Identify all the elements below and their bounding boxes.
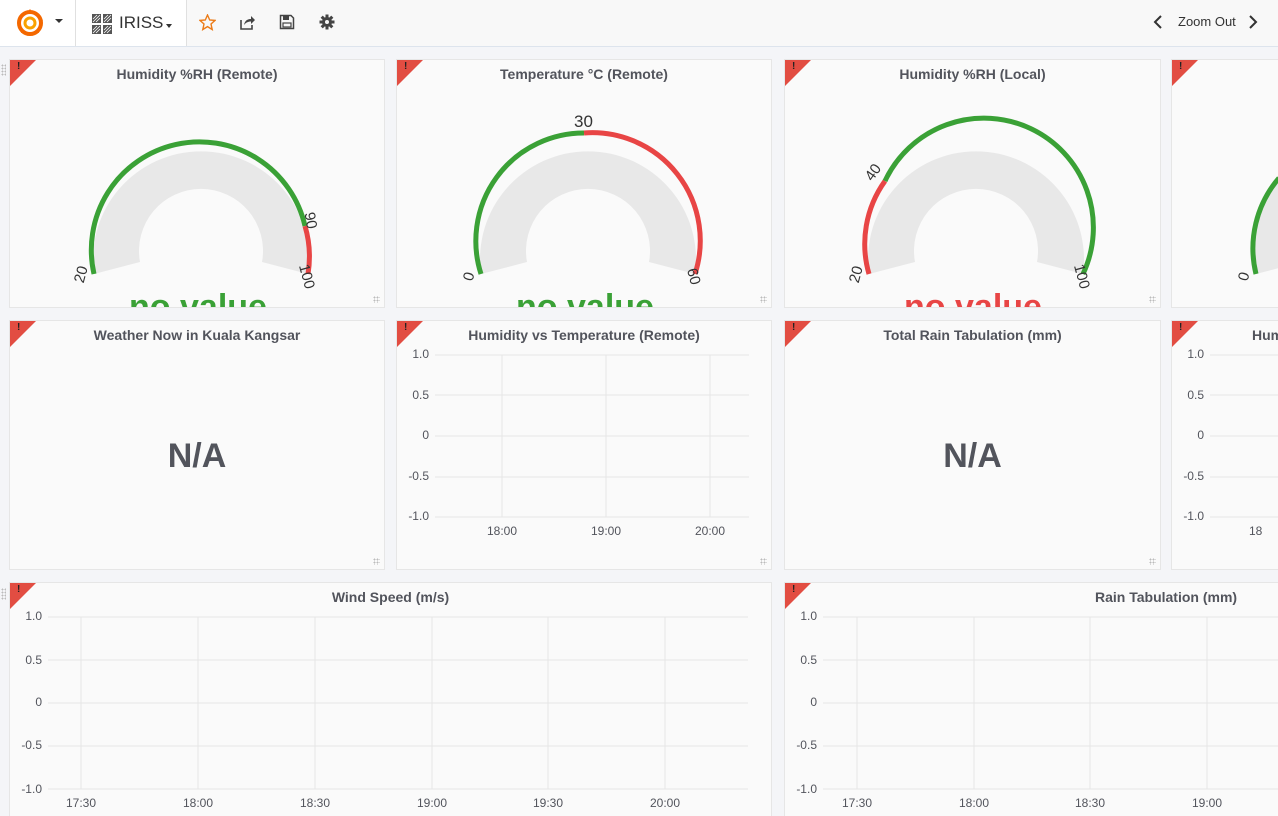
- y-axis-label: -0.5: [21, 738, 42, 752]
- panel-wind-speed[interactable]: ! Wind Speed (m/s) 1.0 0.5 0 -0.5 -1.0 1…: [9, 582, 772, 816]
- graph-area: [48, 616, 748, 790]
- dashboard-grid-icon: [92, 14, 112, 34]
- chevron-down-icon: [166, 24, 172, 28]
- gauge-threshold-tick: 30: [574, 112, 593, 131]
- panel-title[interactable]: Total Rain Tabulation (mm): [785, 327, 1160, 343]
- panel-weather-now[interactable]: ! Weather Now in Kuala Kangsar N/A: [9, 320, 385, 570]
- top-navbar: IRISS Zoom Out: [0, 0, 1278, 47]
- x-axis-label: 18:00: [486, 524, 518, 538]
- x-axis-label: 19:00: [1191, 796, 1223, 810]
- panel-resize-handle[interactable]: [1149, 558, 1156, 565]
- y-axis-label: 0.5: [25, 653, 42, 667]
- gauge-value: no value: [129, 288, 267, 308]
- y-axis-label: 0.5: [800, 653, 817, 667]
- graph-area: [823, 616, 1278, 790]
- y-axis-label: -0.5: [408, 469, 429, 483]
- panel-partial-graph[interactable]: ! Hum 1.0 0.5 0 -0.5 -1.0 18: [1171, 320, 1278, 570]
- x-axis-label: 18:00: [958, 796, 990, 810]
- x-axis-label: 18:30: [299, 796, 331, 810]
- panel-resize-handle[interactable]: [373, 296, 380, 303]
- x-axis-label: 20:00: [694, 524, 726, 538]
- grafana-logo-icon: [17, 9, 43, 36]
- singlestat-value: N/A: [167, 437, 227, 475]
- panel-resize-handle[interactable]: [373, 558, 380, 565]
- panel-total-rain[interactable]: ! Total Rain Tabulation (mm) N/A: [784, 320, 1161, 570]
- x-axis-label: 19:00: [416, 796, 448, 810]
- y-axis-label: -1.0: [1183, 509, 1204, 523]
- chevron-down-icon: [55, 19, 63, 23]
- x-axis-label: 18: [1249, 524, 1263, 538]
- y-axis-label: 0: [35, 695, 42, 709]
- x-axis-label: 19:00: [590, 524, 622, 538]
- gauge-humidity-remote: [88, 139, 312, 275]
- y-axis-label: -1.0: [796, 782, 817, 796]
- chevron-left-icon[interactable]: [1153, 15, 1163, 29]
- gauge-temperature-remote: [473, 130, 703, 275]
- panel-partial-gauge[interactable]: ! 0: [1171, 59, 1278, 308]
- gauge-humidity-local: [862, 115, 1096, 276]
- x-axis-label: 20:00: [649, 796, 681, 810]
- y-axis-label: 0.5: [412, 388, 429, 402]
- panel-humidity-vs-temperature[interactable]: ! Humidity vs Temperature (Remote) 1.0 0…: [396, 320, 772, 570]
- share-icon[interactable]: [239, 14, 256, 31]
- x-axis-label: 18:00: [182, 796, 214, 810]
- panel-resize-handle[interactable]: [1149, 296, 1156, 303]
- settings-gear-icon[interactable]: [319, 14, 335, 30]
- row-drag-handle[interactable]: [1, 64, 6, 76]
- x-axis-label: 17:30: [65, 796, 97, 810]
- y-axis-label: -0.5: [1183, 469, 1204, 483]
- gauge-value: no value: [516, 288, 654, 308]
- panel-humidity-remote[interactable]: ! Humidity %RH (Remote) no value 20 90 1…: [9, 59, 385, 308]
- panel-temperature-remote[interactable]: ! Temperature °C (Remote) no value 0 30 …: [396, 59, 772, 308]
- gauge-value: no value: [904, 288, 1042, 308]
- chevron-right-icon[interactable]: [1248, 15, 1258, 29]
- row-drag-handle[interactable]: [1, 588, 6, 600]
- x-axis-label: 19:30: [532, 796, 564, 810]
- panel-humidity-local[interactable]: ! Humidity %RH (Local) no value 20 40 10…: [784, 59, 1161, 308]
- y-axis-label: -0.5: [796, 738, 817, 752]
- dashboard-title: IRISS: [119, 13, 164, 32]
- y-axis-label: 0.5: [1187, 388, 1204, 402]
- grafana-menu-button[interactable]: [0, 0, 76, 46]
- y-axis-label: -1.0: [408, 509, 429, 523]
- panel-title[interactable]: Weather Now in Kuala Kangsar: [10, 327, 384, 343]
- y-axis-label: 1.0: [1187, 347, 1204, 361]
- dashboard-picker[interactable]: IRISS: [76, 0, 187, 46]
- y-axis-label: 0: [422, 428, 429, 442]
- y-axis-label: 1.0: [412, 347, 429, 361]
- y-axis-label: 0: [810, 695, 817, 709]
- singlestat-value: N/A: [943, 437, 1002, 475]
- zoom-out-button[interactable]: Zoom Out: [1178, 14, 1236, 29]
- y-axis-label: 1.0: [800, 609, 817, 623]
- panel-resize-handle[interactable]: [760, 558, 767, 565]
- y-axis-label: 0: [1197, 428, 1204, 442]
- x-axis-label: 18:30: [1074, 796, 1106, 810]
- star-icon[interactable]: [199, 14, 216, 31]
- x-axis-label: 17:30: [841, 796, 873, 810]
- gauge-partial: [1250, 176, 1278, 275]
- y-axis-label: 1.0: [25, 609, 42, 623]
- y-axis-label: -1.0: [21, 782, 42, 796]
- panel-resize-handle[interactable]: [760, 296, 767, 303]
- save-icon[interactable]: [279, 14, 295, 30]
- panel-rain-tabulation[interactable]: ! Rain Tabulation (mm) 1.0 0.5 0 -0.5 -1…: [784, 582, 1278, 816]
- gauge-threshold-tick: 90: [300, 210, 321, 231]
